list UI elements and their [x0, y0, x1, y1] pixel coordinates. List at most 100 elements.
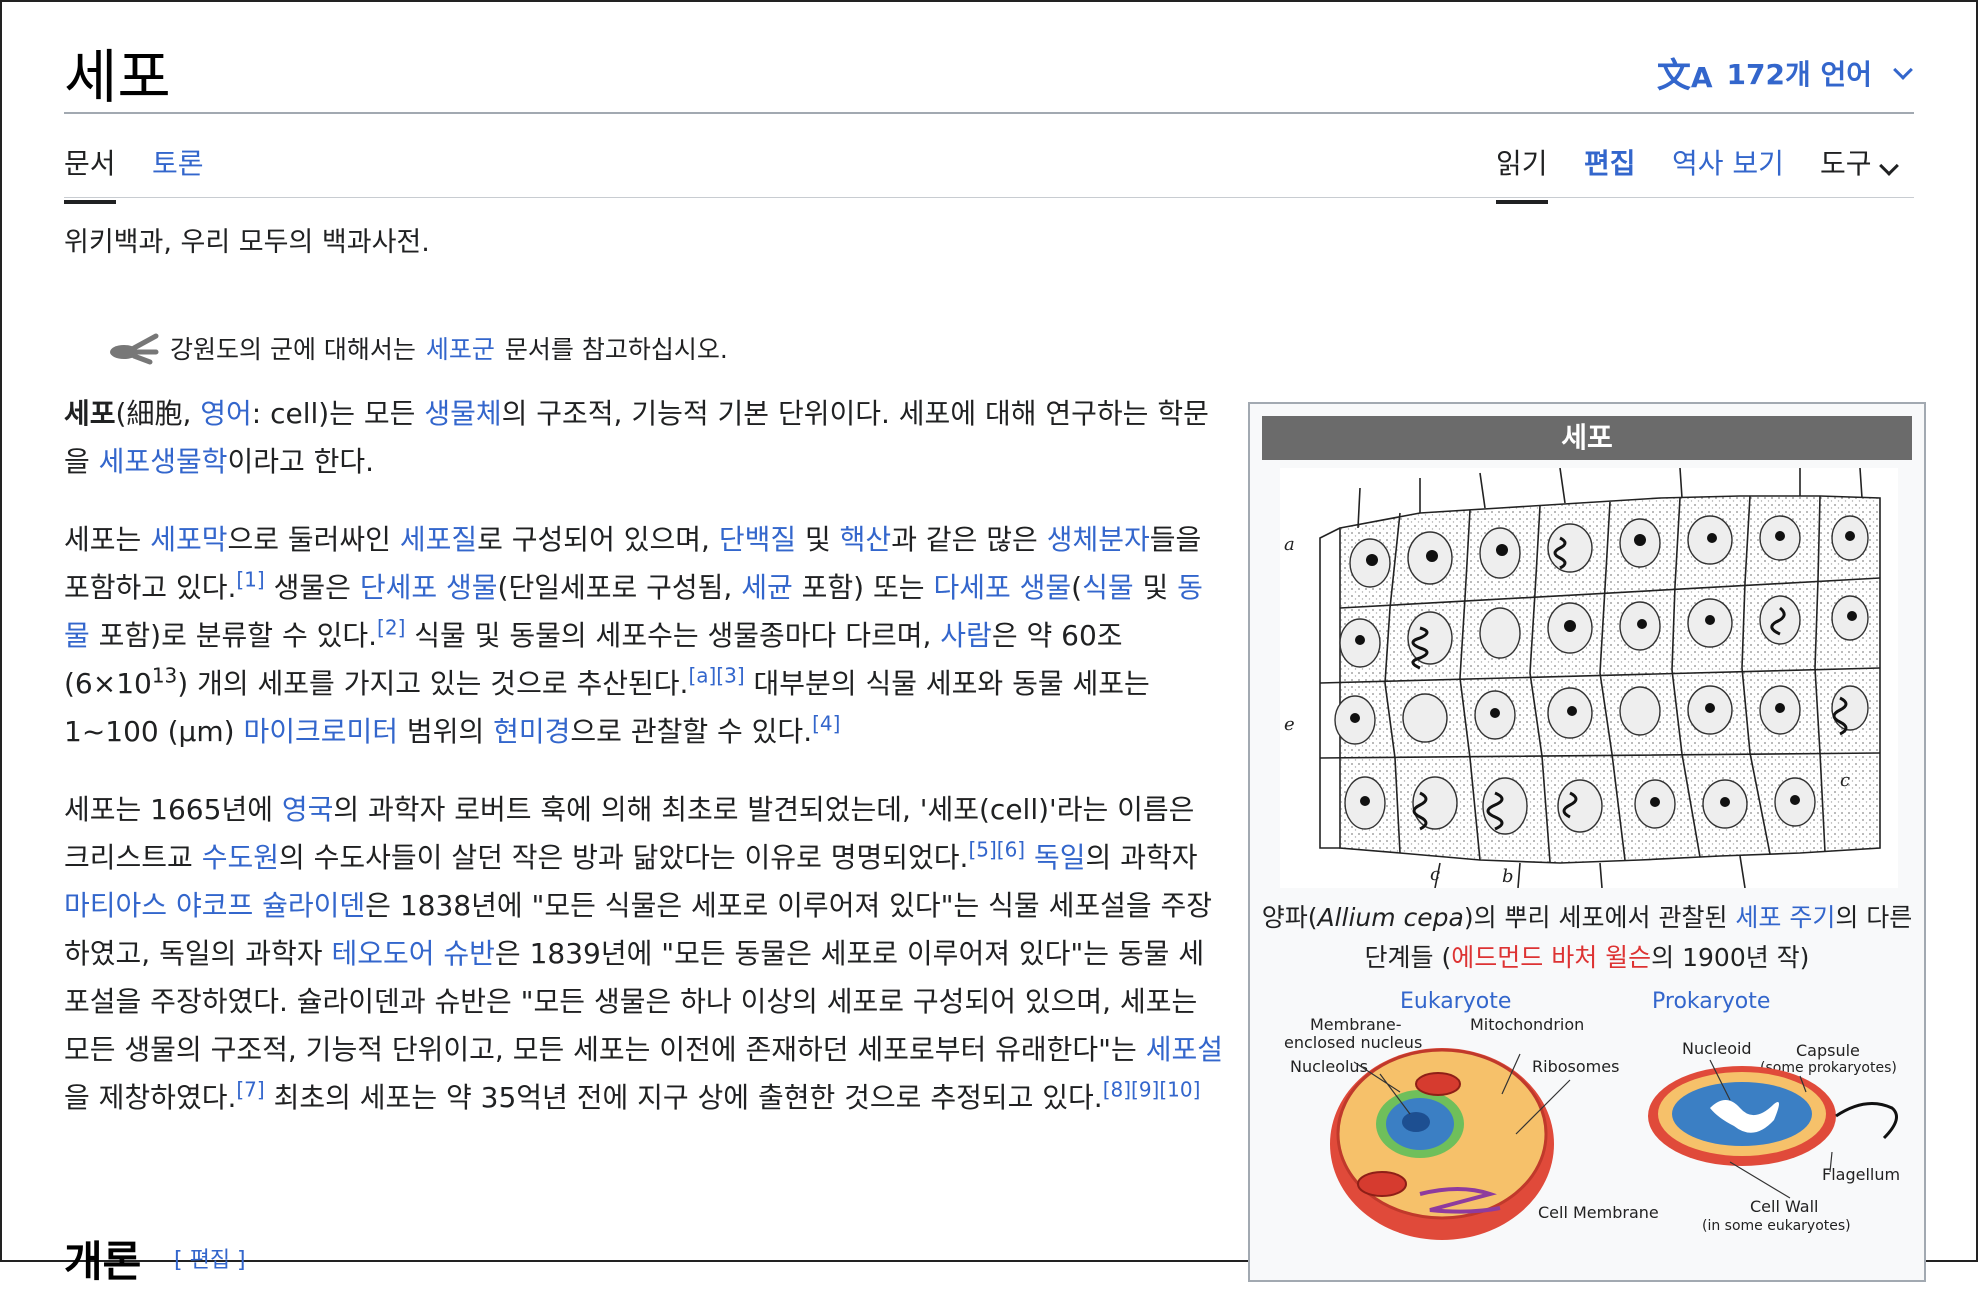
tab-read[interactable]: 읽기	[1496, 142, 1548, 204]
translate-icon: 文A	[1656, 56, 1713, 96]
reference-link[interactable]: [1]	[236, 568, 264, 592]
label-cell-wall-note: (in some eukaryotes)	[1702, 1218, 1851, 1234]
hatnote-text-before: 강원도의 군에 대해서는	[170, 335, 416, 364]
text: (細胞,	[115, 397, 201, 430]
text: 으로 관찰할 수 있다.	[570, 715, 813, 748]
reference-link[interactable]: [2]	[377, 616, 405, 640]
text: 세포는 1665년에	[64, 793, 282, 826]
onion-root-cells-image[interactable]: a e c c b	[1280, 468, 1898, 888]
figure-label-e: e	[1284, 714, 1295, 735]
figure-label-c: c	[1840, 770, 1850, 791]
link-nucleic-acid[interactable]: 핵산	[840, 523, 892, 556]
text: 세포는	[64, 523, 151, 556]
disambiguation-icon	[110, 333, 159, 365]
label-mitochondrion: Mitochondrion	[1470, 1015, 1584, 1034]
text: ) 개의 세포를 가지고 있는 것으로 추산된다.	[177, 667, 689, 700]
link-germany[interactable]: 독일	[1034, 841, 1086, 874]
text: (단일세포로 구성됨,	[497, 571, 742, 604]
tab-edit[interactable]: 편집	[1584, 142, 1636, 200]
text: 최초의 세포는 약 35억년 전에 지구 상에 출현한 것으로 추정되고 있다.	[264, 1081, 1103, 1114]
link-organism[interactable]: 생물체	[424, 397, 501, 430]
hatnote-link[interactable]: 세포군	[426, 330, 495, 366]
page-title: 세포	[64, 43, 171, 111]
link-protein[interactable]: 단백질	[719, 523, 796, 556]
section-edit-link[interactable]: [ 편집 ]	[174, 1242, 246, 1274]
infobox-caption: 양파(Allium cepa)의 뿌리 세포에서 관찰된 세포 주기의 다른 단…	[1260, 898, 1914, 978]
label-ribosomes: Ribosomes	[1532, 1057, 1619, 1076]
link-monastery[interactable]: 수도원	[202, 841, 279, 874]
tab-article[interactable]: 문서	[64, 142, 116, 204]
paragraph-composition: 세포는 세포막으로 둘러싸인 세포질로 구성되어 있으며, 단백질 및 핵산과 …	[64, 516, 1224, 756]
site-tagline: 위키백과, 우리 모두의 백과사전.	[64, 227, 430, 258]
link-microscope[interactable]: 현미경	[493, 715, 570, 748]
caption-text: 양파(	[1261, 903, 1318, 932]
caption-text: 의 다른	[1835, 903, 1913, 932]
link-multicellular[interactable]: 다세포 생물	[933, 571, 1071, 604]
link-unicellular[interactable]: 단세포 생물	[360, 571, 498, 604]
language-button[interactable]: 文A 172개 언어	[1657, 48, 1914, 97]
title-row: 세포 文A 172개 언어	[64, 28, 1914, 114]
link-english[interactable]: 영어	[200, 397, 252, 430]
label-flagellum: Flagellum	[1822, 1165, 1900, 1184]
label-prokaryote: Prokaryote	[1652, 989, 1770, 1014]
tools-label: 도구	[1820, 147, 1872, 180]
paragraph-history: 세포는 1665년에 영국의 과학자 로버트 훅에 의해 최초로 발견되었는데,…	[64, 786, 1224, 1122]
label-nucleoid: Nucleoid	[1682, 1039, 1752, 1058]
label-enclosed-nucleus: enclosed nucleus	[1284, 1033, 1422, 1052]
text: 과 같은 많은	[891, 523, 1047, 556]
figure-label-c: c	[1430, 864, 1440, 885]
link-cell-cycle[interactable]: 세포 주기	[1735, 903, 1835, 932]
figure-label-a: a	[1284, 534, 1295, 555]
section-heading: 개론	[64, 1237, 142, 1286]
tools-menu[interactable]: 도구	[1820, 142, 1900, 200]
exponent: 13	[151, 663, 178, 688]
reference-link[interactable]: [8][9][10]	[1103, 1078, 1201, 1102]
text: 범위의	[398, 715, 494, 748]
figure-label-b: b	[1502, 866, 1514, 887]
paragraph-intro: 세포(細胞, 영어: cell)는 모든 생물체의 구조적, 기능적 기본 단위…	[64, 390, 1224, 486]
term-bold: 세포	[64, 397, 116, 430]
link-plant[interactable]: 식물	[1082, 571, 1134, 604]
link-schleiden[interactable]: 마티아스 야코프 슐라이덴	[64, 889, 365, 922]
tab-history[interactable]: 역사 보기	[1672, 142, 1784, 200]
label-eukaryote: Eukaryote	[1400, 989, 1511, 1014]
infobox-header: 세포	[1262, 416, 1912, 460]
text: 으로 둘러싸인	[227, 523, 400, 556]
reference-link[interactable]: [4]	[812, 712, 840, 736]
link-cytoplasm[interactable]: 세포질	[400, 523, 477, 556]
label-capsule: Capsule	[1796, 1041, 1860, 1060]
reference-link[interactable]: [5][6]	[968, 838, 1025, 862]
caption-text: 의 1900년 작)	[1651, 943, 1810, 972]
label-cell-wall: Cell Wall	[1750, 1197, 1818, 1216]
reference-link[interactable]: [7]	[236, 1078, 264, 1102]
text: 포함) 또는	[792, 571, 934, 604]
language-count: 172개 언어	[1726, 57, 1872, 91]
caption-text: )의 뿌리 세포에서 관찰된	[1463, 903, 1736, 932]
text: 및	[1133, 571, 1178, 604]
text: (	[1071, 571, 1083, 604]
tab-talk[interactable]: 토론	[152, 142, 204, 200]
text: 을 제창하였다.	[64, 1081, 237, 1114]
label-nucleolus: Nucleolus	[1290, 1057, 1368, 1076]
label-cell-membrane: Cell Membrane	[1538, 1203, 1659, 1222]
link-cell-membrane[interactable]: 세포막	[150, 523, 227, 556]
link-england[interactable]: 영국	[282, 793, 334, 826]
text: 및	[796, 523, 840, 556]
text: 식물 및 동물의 세포수는 생물종마다 다르며,	[405, 619, 941, 652]
text: 로 구성되어 있으며,	[477, 523, 719, 556]
reference-link[interactable]: [a][3]	[688, 664, 744, 688]
text: 포함)로 분류할 수 있다.	[89, 619, 378, 652]
link-human[interactable]: 사람	[940, 619, 992, 652]
chevron-down-icon	[1878, 156, 1899, 176]
link-cell-theory[interactable]: 세포설	[1146, 1033, 1223, 1066]
link-bacteria[interactable]: 세균	[741, 571, 793, 604]
page: 세포 文A 172개 언어 문서 토론 읽기 편집 역사 보기 도구 위키백과,…	[0, 0, 1978, 1286]
link-cell-biology[interactable]: 세포생물학	[99, 445, 228, 478]
caption-species: Allium cepa	[1317, 903, 1464, 932]
eukaryote-prokaryote-diagram[interactable]: Eukaryote Prokaryote Membrane- enclosed …	[1270, 984, 1910, 1284]
link-edmund-wilson[interactable]: 에드먼드 바처 윌슨	[1451, 943, 1651, 972]
text: 생물은	[264, 571, 360, 604]
link-micrometre[interactable]: 마이크로미터	[243, 715, 398, 748]
link-schwann[interactable]: 테오도어 슈반	[331, 937, 494, 970]
link-biomolecule[interactable]: 생체분자	[1047, 523, 1150, 556]
